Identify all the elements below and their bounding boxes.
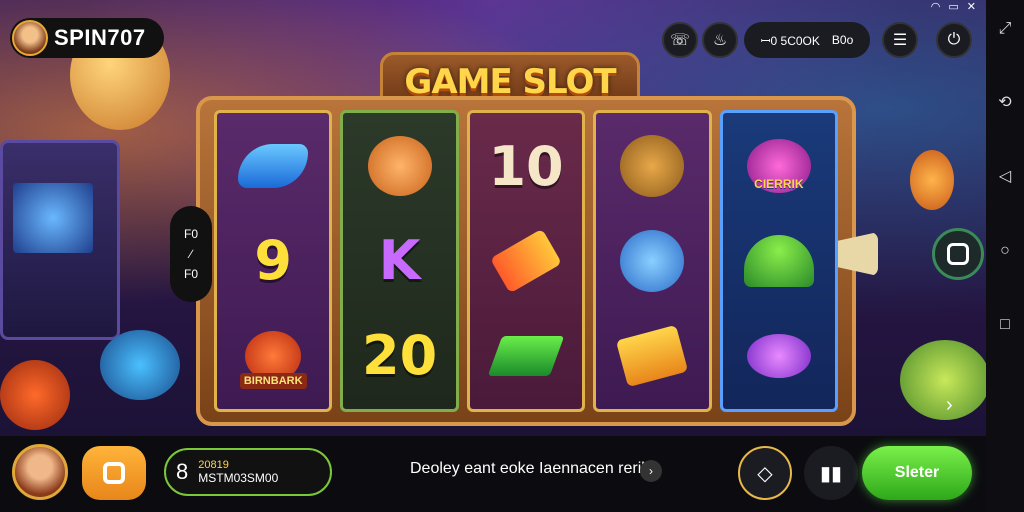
brand-name: SPIN707 — [54, 25, 146, 50]
fish-icon — [230, 123, 316, 209]
game-background: SPIN707 ☏ ♨ ꟷ0 5C0OK B0o ☰ ⏻ GAME SLOT 9… — [0, 0, 986, 436]
player-badge[interactable]: SPIN707 — [10, 18, 164, 58]
fox-icon — [357, 123, 443, 209]
menu-icon[interactable]: ☰ — [882, 22, 918, 58]
decor-coin — [0, 360, 70, 430]
balance-display[interactable]: ꟷ0 5C0OK B0o — [744, 22, 870, 58]
purple-whistle-icon — [736, 313, 822, 399]
easter-egg-icon: CIERRIK — [736, 123, 822, 209]
decor-coin — [900, 340, 986, 420]
reel-5: CIERRIK — [719, 110, 839, 412]
reel-3: 10 — [466, 110, 586, 412]
symbol-label: BIRNBARK — [239, 372, 307, 389]
avatar[interactable] — [12, 444, 68, 500]
gift-icon: BIRNBARK — [230, 313, 316, 399]
close-icon[interactable]: ✕ — [967, 0, 976, 13]
battery-icon: ▭ — [948, 1, 959, 13]
decor-coin — [100, 330, 180, 400]
reel-2: K 20 — [340, 110, 459, 412]
bet-up[interactable]: F0 — [184, 227, 198, 241]
blue-cat-icon — [609, 218, 695, 304]
avatar — [12, 20, 48, 56]
back-icon[interactable]: ◁ — [996, 168, 1014, 186]
phone-icon[interactable]: ☏ — [662, 22, 698, 58]
credit-line-2: MSTM03SM00 — [198, 471, 279, 485]
credits-display: 8 20819 MSTM03SM00 — [164, 448, 332, 496]
arcade-cabinet-decoration — [0, 140, 120, 340]
bet-adjuster[interactable]: F0 ∕ F0 — [170, 206, 212, 302]
symbol-ten: 10 — [488, 134, 564, 198]
cake-icon — [736, 218, 822, 304]
cool-cat-icon — [609, 123, 695, 209]
chevron-right-icon[interactable]: › — [640, 460, 662, 482]
decor-coin — [910, 150, 954, 210]
diamond-icon[interactable]: ◇ — [738, 446, 792, 500]
lobby-button[interactable] — [82, 446, 146, 500]
bet-down[interactable]: F0 — [184, 267, 198, 281]
balance-unit: B0o — [831, 33, 854, 47]
balance-amount: ꟷ0 5C0OK — [760, 33, 820, 48]
home-icon[interactable]: ○ — [996, 242, 1014, 260]
power-icon[interactable]: ⏻ — [936, 22, 972, 58]
chevron-right-icon[interactable]: › — [946, 394, 953, 417]
reel-frame: 9 BIRNBARK K 20 10 CIERRIK — [196, 96, 856, 426]
symbol-nine: 9 — [254, 229, 292, 293]
green-bill-icon — [483, 313, 569, 399]
spin-button[interactable]: Sleter — [862, 446, 972, 500]
gift-icon[interactable]: ♨ — [702, 22, 738, 58]
rotate-icon[interactable]: ⟲ — [996, 94, 1014, 112]
wifi-icon: ◠ — [930, 1, 941, 13]
bottom-bar: 8 20819 MSTM03SM00 Deoley eant eoke Iaen… — [0, 436, 986, 512]
bet-divider: ∕ — [189, 247, 192, 261]
gold-ticket-icon — [609, 313, 695, 399]
system-sidebar: ⤢ ⟲ ◁ ○ □ — [986, 0, 1024, 512]
autoplay-button[interactable] — [932, 228, 984, 280]
status-bar: ◠ ▭ ✕ — [931, 0, 976, 13]
ticker-message: Deoley eant eoke Iaennacen rerik — [410, 460, 650, 477]
symbol-k: K — [378, 229, 421, 293]
credit-small: 8 — [176, 459, 189, 484]
symbol-twenty: 20 — [362, 324, 438, 388]
reel-4 — [593, 110, 712, 412]
crossed-arrows-icon — [483, 218, 569, 304]
reel-1: 9 BIRNBARK — [214, 110, 333, 412]
symbol-label: CIERRIK — [754, 177, 804, 192]
expand-icon[interactable]: ⤢ — [996, 20, 1014, 38]
recents-icon[interactable]: □ — [996, 316, 1014, 334]
stats-icon[interactable]: ▮▮ — [804, 446, 858, 500]
